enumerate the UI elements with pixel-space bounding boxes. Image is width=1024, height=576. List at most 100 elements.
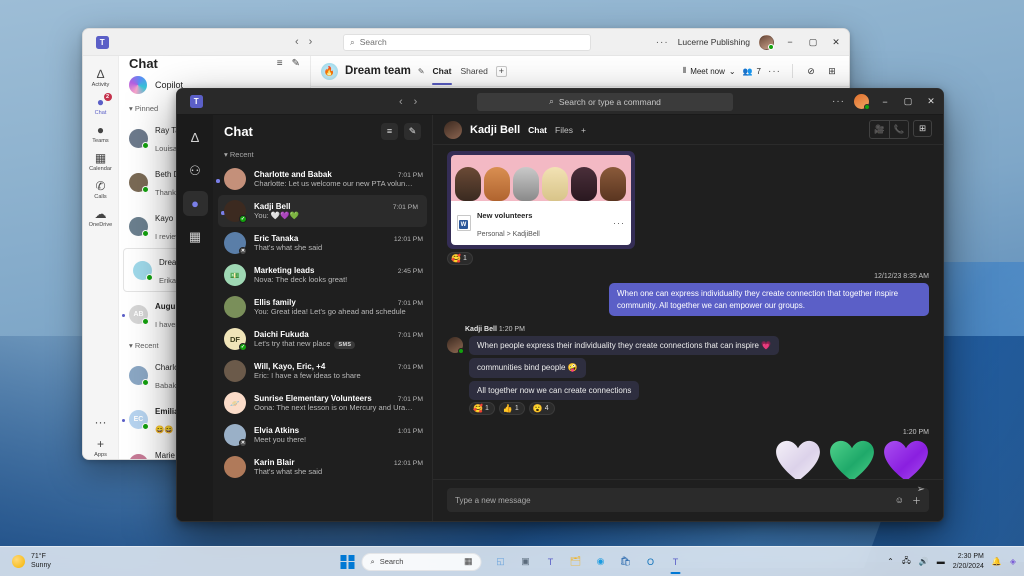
close-button[interactable]: ✕ [924,96,938,107]
incoming-message-bubble[interactable]: When people express their individuality … [469,336,780,356]
outgoing-message-bubble[interactable]: When one can express individuality they … [609,283,929,317]
light-app-rail[interactable]: ∆ Activity ● 2 Chat ● Teams ▦ Calendar ✆ Calls ☁ One… [83,56,119,459]
incoming-message-reactions[interactable]: 🥰 1 👍 1 😮 4 [469,401,929,415]
open-panel-icon[interactable]: ⊞ [913,120,932,137]
tab-shared[interactable]: Shared [459,66,488,76]
reaction-chip[interactable]: 🥰 1 [447,252,473,265]
file-explorer-icon[interactable]: 🗂 [568,554,584,570]
list-item[interactable]: ✕ Eric Tanaka 12:01 PM That's what she said [213,227,432,259]
compose-icon[interactable]: ✎ [404,122,421,140]
message-composer[interactable]: Type a new message ☺ ＋ [447,488,929,512]
widgets-icon[interactable]: ▦ [464,556,473,567]
tab-files[interactable]: Files [555,125,573,135]
send-icon[interactable]: ➢ [917,484,925,495]
dark-search-input[interactable]: ⌕ Search or type a command [477,92,733,111]
back-button[interactable]: ‹ [295,36,299,48]
rail-item-chat[interactable]: ● 2 Chat [84,92,118,119]
list-item[interactable]: Ellis family 7:01 PM You: Great idea! Let'… [213,291,432,323]
dark-overflow-button[interactable]: ··· [832,96,845,107]
incoming-message-bubble[interactable]: communities bind people 🤪 [469,358,586,378]
add-tab-button[interactable]: + [581,125,586,135]
rail-item-teams[interactable]: ● Teams [84,120,118,147]
light-nav-buttons[interactable]: ‹ › [295,36,312,48]
reaction-chip[interactable]: 🥰 1 [469,401,495,415]
video-call-icon[interactable]: 🎥 [870,121,889,138]
taskbar-search-input[interactable]: ⌕ Search ▦ [361,552,482,571]
avatar[interactable] [854,94,870,110]
rail-item-teams-people[interactable]: ⚇ [183,158,208,183]
maximize-button[interactable]: ▢ [901,96,915,107]
participants-button[interactable]: 👥 7 [743,67,761,76]
chevron-down-icon[interactable]: ⌄ [729,67,736,76]
list-item[interactable]: Karin Blair 12:01 PM That's what she said [213,451,432,483]
teams-taskbar-icon[interactable]: T [543,554,559,570]
rail-item-activity[interactable]: ∆ Activity [84,64,118,91]
file-overflow-button[interactable]: ··· [613,218,625,228]
reaction-chip[interactable]: 😮 4 [528,401,555,415]
rail-item-onedrive[interactable]: ☁ OneDrive [84,204,118,231]
open-panel-icon[interactable]: ⊞ [825,66,839,77]
network-icon[interactable]: 🖧 [902,555,911,569]
avatar[interactable] [447,337,464,355]
list-item[interactable]: ✕ Elvia Atkins 1:01 PM Meet you there! [213,419,432,451]
list-item[interactable]: 🪐 Sunrise Elementary Volunteers 7:01 PM Oon… [213,387,432,419]
avatar[interactable] [759,34,774,50]
system-tray[interactable]: ⌃ 🖧 🔊 ▬ 2:30 PM 2/20/2024 🔔 ◈ [887,552,1016,570]
list-item[interactable]: 💵 Marketing leads 2:45 PM Nova: The deck lo… [213,259,432,291]
windows-taskbar[interactable]: 71°F Sunny ⌕ Search ▦ ◱ ▣ T 🗂 ◉ 🛍 O T ⌃ 🖧 🔊 ▬ 2… [0,546,1024,576]
forward-button[interactable]: › [309,36,313,48]
back-button[interactable]: ‹ [399,96,403,108]
rail-item-chat[interactable]: ● [182,191,208,216]
minimize-button[interactable]: − [878,97,892,107]
tray-chevron-icon[interactable]: ⌃ [887,557,894,566]
taskbar-clock[interactable]: 2:30 PM 2/20/2024 [953,552,984,570]
edge-icon[interactable]: ◉ [593,554,609,570]
teams-dark-window[interactable]: T ‹ › ⌕ Search or type a command ··· − ▢… [176,88,944,522]
emoji-icon[interactable]: ☺ [895,495,904,505]
meet-now-button[interactable]: ⫴ Meet now ⌄ [683,66,736,76]
teams-active-icon[interactable]: T [668,554,684,574]
forward-button[interactable]: › [414,96,418,108]
green-heart-sticker[interactable] [829,440,875,479]
maximize-button[interactable]: ▢ [806,37,820,48]
plus-icon[interactable]: ＋ [912,494,921,507]
rail-item-calendar[interactable]: ▦ [183,224,208,249]
audio-call-icon[interactable]: 📞 [889,121,908,138]
pencil-icon[interactable]: ✎ [418,67,425,76]
windows-start-icon[interactable] [340,554,355,569]
list-item[interactable]: DF ✓ Daichi Fukuda 7:01 PM Let's try that ne… [213,323,432,355]
white-heart-sticker[interactable] [775,440,821,479]
weather-widget[interactable]: 71°F Sunny [0,553,51,571]
notification-bell-icon[interactable]: 🔔 [992,557,1002,566]
close-button[interactable]: ✕ [829,37,843,48]
volume-icon[interactable]: 🔊 [919,557,929,566]
rail-item-calendar[interactable]: ▦ Calendar [84,148,118,175]
dark-nav-buttons[interactable]: ‹ › [399,96,417,108]
light-search-input[interactable]: ⌕ Search [343,33,591,51]
tab-chat[interactable]: Chat [528,125,547,135]
list-item[interactable]: Charlotte and Babak 7:01 PM Charlotte: Let… [213,163,432,195]
reaction-chip[interactable]: 👍 1 [498,401,525,415]
list-item[interactable]: Will, Kayo, Eric, +4 7:01 PM Eric: I have … [213,355,432,387]
file-card-reactions[interactable]: 🥰 1 [447,252,929,265]
file-share-message[interactable]: New volunteers Personal > KadjiBell ··· [447,151,635,249]
microsoft-store-icon[interactable]: 🛍 [618,554,634,570]
file-explorer-taskview-icon[interactable]: ▣ [518,554,534,570]
compose-icon[interactable]: ✎ [292,58,300,69]
filter-icon[interactable]: ≡ [277,58,283,69]
copilot-icon[interactable]: ◈ [1010,557,1016,566]
rail-item-bell[interactable]: ∆ [183,125,208,150]
minimize-button[interactable]: − [783,37,797,47]
conversation-overflow-button[interactable]: ··· [768,66,781,77]
pop-out-icon[interactable]: ⊘ [804,66,818,77]
avatar[interactable] [444,120,462,139]
rail-item-calls[interactable]: ✆ Calls [84,176,118,203]
list-item[interactable]: ✓ Kadji Bell 7:01 PM You: 🤍💜💚 [218,195,427,227]
heart-stickers[interactable] [447,440,929,479]
widgets-icon[interactable]: ◱ [493,554,509,570]
dark-chat-list[interactable]: Chat ≡ ✎ ▾ Recent Charlotte and Babak 7:0… [213,115,433,521]
rail-item-apps[interactable]: + Apps [84,434,118,459]
dark-recent-section-header[interactable]: ▾ Recent [213,147,432,163]
add-tab-button[interactable]: + [495,65,507,77]
purple-heart-sticker[interactable] [883,440,929,479]
